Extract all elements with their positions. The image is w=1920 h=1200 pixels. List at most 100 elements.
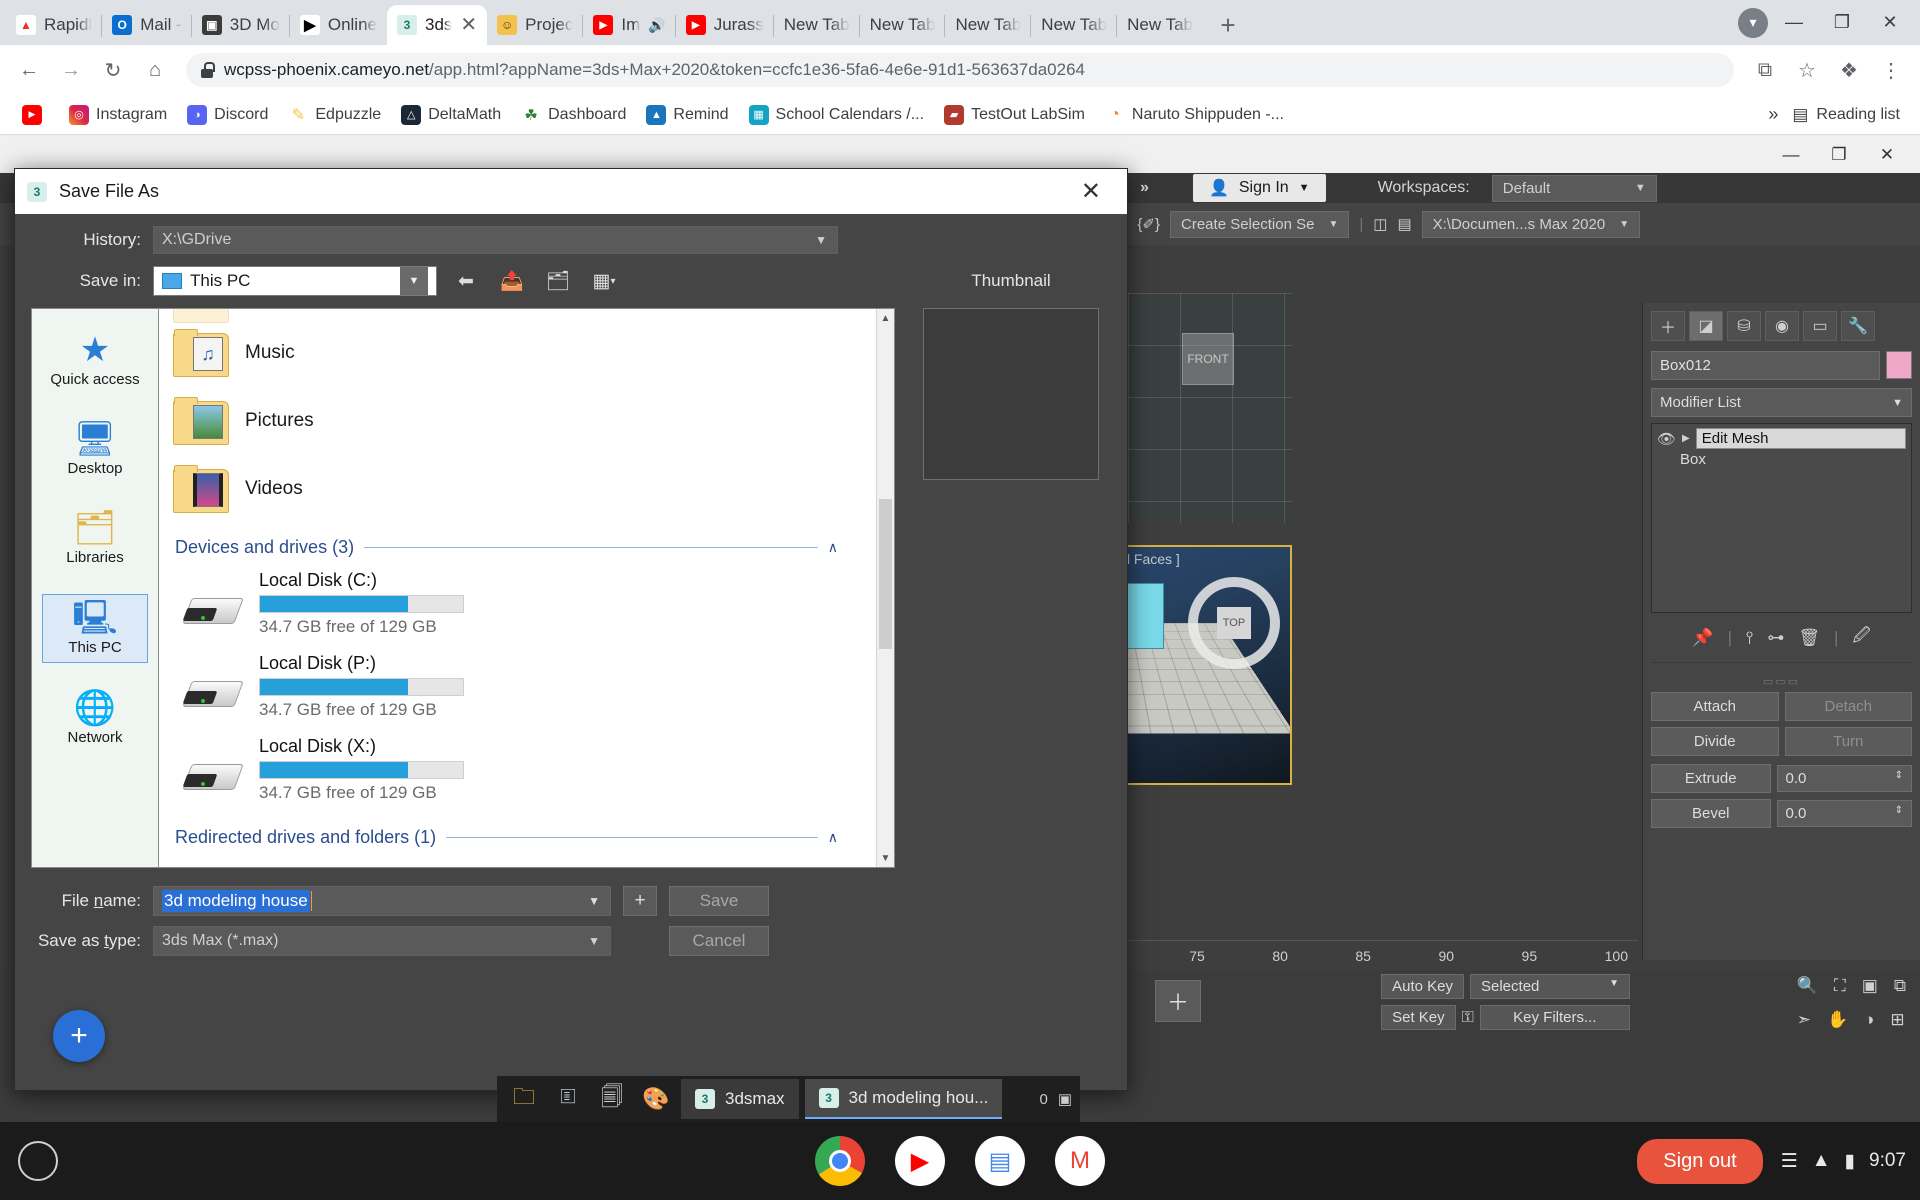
utilities-tab-icon[interactable]: 🔧 bbox=[1841, 311, 1875, 341]
show-end-result-icon[interactable]: ⫯ bbox=[1746, 628, 1753, 648]
place-this-pc[interactable]: 🖳 This PC bbox=[42, 594, 148, 663]
add-fab-button[interactable]: + bbox=[53, 1010, 105, 1062]
selection-set-select[interactable]: Create Selection Se ▼ bbox=[1170, 210, 1350, 238]
place-network[interactable]: 🌐 Network bbox=[42, 685, 148, 752]
place-libraries[interactable]: 🗂 Libraries bbox=[42, 505, 148, 572]
wifi-icon[interactable]: ▲ bbox=[1812, 1150, 1831, 1172]
tab-audio-icon[interactable]: 🔊 bbox=[648, 17, 665, 34]
bookmark-item[interactable]: △ DeltaMath bbox=[393, 101, 509, 129]
bevel-button[interactable]: Bevel bbox=[1651, 799, 1771, 828]
modifier-stack[interactable]: 👁 ▶ Edit Mesh Box bbox=[1651, 423, 1912, 613]
detach-button[interactable]: Detach bbox=[1784, 692, 1912, 721]
launcher-icon[interactable] bbox=[18, 1141, 58, 1181]
bookmark-item[interactable]: ▲ Remind bbox=[638, 101, 736, 129]
save-in-select[interactable]: This PC ▼ bbox=[153, 266, 437, 296]
address-bar[interactable]: wcpss-phoenix.cameyo.net/app.html?appNam… bbox=[186, 53, 1734, 87]
place-desktop[interactable]: 🖥 Desktop bbox=[42, 416, 148, 483]
named-selection-icon[interactable]: {✐} bbox=[1137, 215, 1160, 233]
modifier-stack-item[interactable]: Box bbox=[1654, 451, 1909, 468]
cancel-button[interactable]: Cancel bbox=[669, 926, 769, 956]
pin-icon[interactable]: 📌 bbox=[1692, 628, 1713, 648]
chevron-down-icon[interactable]: ▼ bbox=[588, 894, 600, 908]
table-row[interactable]: Local Disk (P:) 34.7 GB free of 129 GB bbox=[173, 647, 862, 730]
extrude-button[interactable]: Extrude bbox=[1651, 764, 1771, 793]
reading-list-button[interactable]: ▤ Reading list bbox=[1792, 105, 1900, 125]
attach-button[interactable]: Attach bbox=[1651, 692, 1779, 721]
zoom-icon[interactable]: 🔍 bbox=[1797, 976, 1818, 996]
quick-settings-icon[interactable]: ☰ bbox=[1781, 1150, 1798, 1173]
mirror-icon[interactable]: ◫ bbox=[1373, 215, 1387, 233]
chevron-down-icon[interactable]: ▼ bbox=[400, 267, 428, 295]
orbit-icon[interactable]: ◑ bbox=[1864, 1010, 1874, 1030]
youtube-icon[interactable]: ▶ bbox=[895, 1136, 945, 1186]
save-as-type-select[interactable]: 3ds Max (*.max) ▼ bbox=[153, 926, 611, 956]
scrollbar-thumb[interactable] bbox=[879, 499, 892, 649]
table-row[interactable]: Local Disk (C:) 34.7 GB free of 129 GB bbox=[173, 564, 862, 647]
zoom-extents-icon[interactable]: ⛶ bbox=[1834, 976, 1846, 996]
zoom-region-icon[interactable]: ▣ bbox=[1862, 976, 1878, 996]
selected-level-select[interactable]: Selected ▼ bbox=[1470, 974, 1630, 999]
viewcube-front[interactable]: FRONT bbox=[1182, 333, 1234, 385]
clock[interactable]: 9:07 bbox=[1869, 1150, 1906, 1172]
history-select[interactable]: X:\GDrive ▼ bbox=[153, 226, 838, 254]
create-tab-icon[interactable]: ＋ bbox=[1651, 311, 1685, 341]
max-minimize-button[interactable]: — bbox=[1768, 139, 1814, 171]
bookmark-item[interactable]: ◑ Discord bbox=[179, 101, 276, 129]
configure-icon[interactable]: 🖉 bbox=[1852, 623, 1870, 652]
battery-icon[interactable]: ▮ bbox=[1845, 1150, 1855, 1173]
list-item[interactable] bbox=[173, 309, 862, 323]
delete-icon[interactable]: 🗑 bbox=[1798, 628, 1820, 648]
view-mode-icon[interactable]: ▦ ▾ bbox=[587, 266, 621, 296]
back-icon[interactable]: ← bbox=[10, 51, 48, 89]
browser-tab[interactable]: ▶ Jurass bbox=[676, 5, 774, 45]
menu-overflow-icon[interactable]: » bbox=[1140, 179, 1149, 197]
maximize-button[interactable]: ❐ bbox=[1820, 3, 1864, 43]
paint-icon[interactable]: 🎨 bbox=[637, 1080, 675, 1118]
docs-icon[interactable]: ▤ bbox=[975, 1136, 1025, 1186]
taskbar-task-save-dialog[interactable]: 3 3d modeling hou... bbox=[804, 1079, 1003, 1119]
sign-out-button[interactable]: Sign out bbox=[1637, 1138, 1763, 1184]
bookmark-item[interactable]: ◔ Naruto Shippuden -... bbox=[1097, 101, 1292, 129]
list-item[interactable]: ♫ Music bbox=[173, 319, 862, 387]
bookmarks-overflow-button[interactable]: » bbox=[1768, 104, 1778, 125]
browser-tab[interactable]: New Tab bbox=[1117, 5, 1203, 45]
display-tab-icon[interactable]: ▭ bbox=[1803, 311, 1837, 341]
bevel-value-input[interactable]: 0.0 ⇕ bbox=[1776, 800, 1912, 827]
reload-icon[interactable]: ↻ bbox=[94, 51, 132, 89]
sign-in-button[interactable]: 👤 Sign In ▼ bbox=[1192, 174, 1326, 202]
file-explorer-icon[interactable]: 🗀 bbox=[505, 1080, 543, 1118]
browser-tab-active[interactable]: 3 3ds ✕ bbox=[386, 5, 488, 45]
extrude-value-input[interactable]: 0.0 ⇕ bbox=[1776, 765, 1912, 792]
tray-icon[interactable]: ▣ bbox=[1058, 1090, 1072, 1108]
add-time-tag-button[interactable]: ＋ bbox=[1155, 980, 1201, 1022]
notepad-icon[interactable]: 🗉 bbox=[549, 1080, 587, 1118]
viewcube-top[interactable]: TOP bbox=[1188, 577, 1280, 669]
scrollbar[interactable]: ▲ ▼ bbox=[876, 309, 894, 867]
modifier-list-select[interactable]: Modifier List ▼ bbox=[1651, 388, 1912, 417]
home-icon[interactable]: ⌂ bbox=[136, 51, 174, 89]
bookmark-item[interactable]: ☘ Dashboard bbox=[513, 101, 634, 129]
browser-tab[interactable]: ▶ Online bbox=[290, 5, 387, 45]
project-path-field[interactable]: X:\Documen...s Max 2020 ▼ bbox=[1421, 210, 1641, 238]
object-name-input[interactable]: Box012 bbox=[1651, 351, 1880, 380]
bookmark-item[interactable]: ▶ bbox=[14, 101, 57, 129]
turn-button[interactable]: Turn bbox=[1784, 727, 1912, 756]
bookmark-item[interactable]: ▰ TestOut LabSim bbox=[936, 101, 1093, 129]
extensions-icon[interactable]: ❖ bbox=[1830, 51, 1868, 89]
modifier-stack-item[interactable]: 👁 ▶ Edit Mesh bbox=[1654, 426, 1909, 451]
chrome-icon[interactable] bbox=[815, 1136, 865, 1186]
up-folder-icon[interactable]: 📤 bbox=[495, 266, 529, 296]
taskbar-task-3dsmax[interactable]: 3 3dsmax bbox=[681, 1079, 799, 1119]
scroll-up-icon[interactable]: ▲ bbox=[877, 309, 894, 327]
section-header-devices[interactable]: Devices and drives (3) ∧ bbox=[175, 537, 862, 558]
status-tray[interactable]: ☰ ▲ ▮ 9:07 bbox=[1781, 1150, 1906, 1173]
browser-tab[interactable]: New Tab bbox=[1031, 5, 1117, 45]
object-color-swatch[interactable] bbox=[1886, 351, 1912, 379]
place-quick-access[interactable]: ★ Quick access bbox=[42, 327, 148, 394]
pan-arc-icon[interactable]: ➣ bbox=[1797, 1010, 1811, 1030]
calculator-icon[interactable]: 🗐 bbox=[593, 1080, 631, 1118]
eye-icon[interactable]: 👁 bbox=[1657, 430, 1676, 448]
pan-hand-icon[interactable]: ✋ bbox=[1827, 1010, 1848, 1030]
bookmark-item[interactable]: ◎ Instagram bbox=[61, 101, 175, 129]
dialog-title-bar[interactable]: 3 Save File As ✕ bbox=[15, 169, 1127, 214]
